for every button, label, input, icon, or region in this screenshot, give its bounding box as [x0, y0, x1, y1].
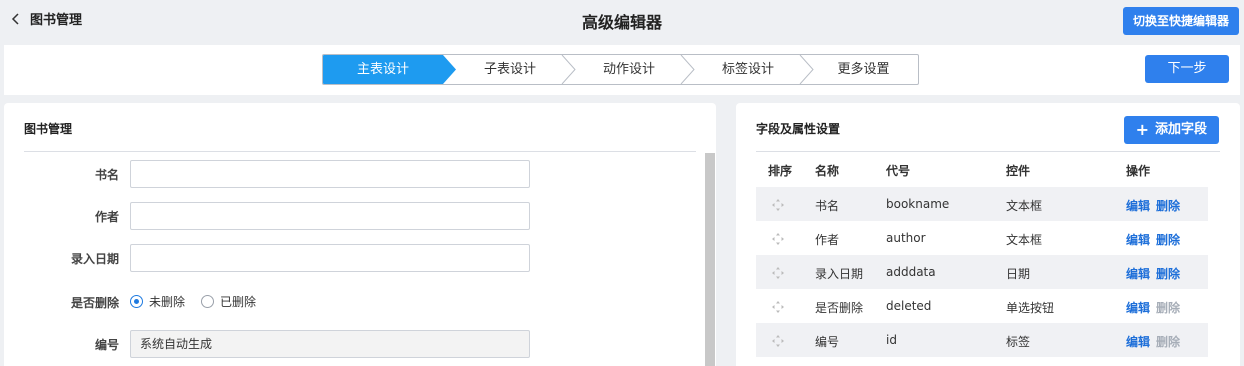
- form-preview-panel: 图书管理 书名 作者 录入日期 是否删除 未删除 已删除 编号 系统自动生成: [4, 103, 716, 366]
- fields-panel: 字段及属性设置 + 添加字段 排序 名称 代号 控件 操作 书名 booknam…: [736, 103, 1240, 366]
- divider: [756, 151, 1220, 152]
- next-step-button[interactable]: 下一步: [1145, 55, 1229, 83]
- step-more-settings[interactable]: 更多设置: [807, 55, 918, 84]
- table-row: 是否删除 deleted 单选按钮 编辑 删除: [756, 289, 1208, 323]
- row-code: bookname: [886, 197, 950, 211]
- column-header-actions: 操作: [1126, 164, 1151, 178]
- form-row-deleted: 是否删除 未删除 已删除: [24, 288, 584, 316]
- row-code: id: [886, 333, 897, 347]
- column-header-code: 代号: [886, 164, 911, 178]
- plus-icon: +: [1135, 120, 1149, 139]
- drag-handle-icon[interactable]: [772, 267, 784, 279]
- edit-link[interactable]: 编辑: [1126, 333, 1150, 350]
- adddate-input[interactable]: [130, 244, 530, 272]
- row-name: 录入日期: [815, 267, 864, 281]
- row-name: 书名: [815, 199, 840, 213]
- form-row-id: 编号 系统自动生成: [24, 330, 584, 358]
- row-name: 是否删除: [815, 301, 864, 315]
- radio-option-deleted[interactable]: 已删除: [201, 293, 256, 310]
- row-code: deleted: [886, 299, 932, 313]
- radio-checked-icon[interactable]: [130, 295, 143, 308]
- drag-handle-icon[interactable]: [772, 199, 784, 211]
- row-control: 日期: [1006, 267, 1031, 281]
- id-input: 系统自动生成: [130, 330, 530, 358]
- form-row-author: 作者: [24, 202, 584, 230]
- edit-link[interactable]: 编辑: [1126, 231, 1150, 248]
- row-control: 标签: [1006, 335, 1031, 349]
- page-title: 高级编辑器: [581, 13, 662, 32]
- form-title: 图书管理: [24, 122, 73, 136]
- bookname-input[interactable]: [130, 160, 530, 188]
- step-sub-design[interactable]: 子表设计: [450, 55, 570, 84]
- drag-handle-icon[interactable]: [772, 301, 784, 313]
- row-name: 作者: [815, 233, 840, 247]
- column-header-control: 控件: [1006, 164, 1031, 178]
- field-label: 是否删除: [70, 296, 119, 310]
- form-row-bookname: 书名: [24, 160, 584, 188]
- radio-label: 未删除: [149, 295, 186, 309]
- field-label: 编号: [94, 338, 119, 352]
- drag-handle-icon[interactable]: [772, 335, 784, 347]
- step-action-design[interactable]: 动作设计: [569, 55, 689, 84]
- row-code: adddata: [886, 265, 936, 279]
- delete-link-disabled: 删除: [1156, 335, 1181, 349]
- form-row-adddate: 录入日期: [24, 244, 584, 272]
- delete-link[interactable]: 删除: [1156, 197, 1180, 214]
- add-field-button[interactable]: + 添加字段: [1123, 116, 1219, 144]
- delete-link[interactable]: 删除: [1156, 265, 1180, 282]
- add-field-label: 添加字段: [1154, 122, 1207, 137]
- row-control: 文本框: [1006, 199, 1043, 213]
- deleted-radio-group: 未删除 已删除: [130, 293, 266, 310]
- row-name: 编号: [815, 335, 840, 349]
- table-row: 编号 id 标签 编辑 删除: [756, 323, 1208, 357]
- delete-link-disabled: 删除: [1156, 301, 1181, 315]
- table-row: 录入日期 adddata 日期 编辑 删除: [756, 255, 1208, 289]
- top-bar: 图书管理 高级编辑器 切换至快捷编辑器: [0, 0, 1244, 40]
- switch-editor-button[interactable]: 切换至快捷编辑器: [1122, 7, 1239, 35]
- scrollbar[interactable]: [705, 153, 715, 366]
- step-bar: 主表设计 子表设计 动作设计 标签设计 更多设置 下一步: [4, 45, 1240, 95]
- column-header-order: 排序: [768, 164, 793, 178]
- edit-link[interactable]: 编辑: [1126, 197, 1150, 214]
- drag-handle-icon[interactable]: [772, 233, 784, 245]
- step-tag-design[interactable]: 标签设计: [688, 55, 808, 84]
- row-control: 文本框: [1006, 233, 1043, 247]
- radio-unchecked-icon[interactable]: [201, 295, 215, 308]
- delete-link[interactable]: 删除: [1156, 231, 1180, 248]
- field-label: 作者: [94, 210, 119, 224]
- row-control: 单选按钮: [1006, 301, 1055, 315]
- column-header-name: 名称: [815, 164, 840, 178]
- edit-link[interactable]: 编辑: [1126, 299, 1150, 316]
- divider: [24, 151, 696, 152]
- field-label: 书名: [94, 168, 119, 182]
- table-row: 作者 author 文本框 编辑 删除: [756, 221, 1208, 255]
- table-row: 书名 bookname 文本框 编辑 删除: [756, 187, 1208, 221]
- fields-panel-title: 字段及属性设置: [756, 122, 841, 136]
- radio-label: 已删除: [220, 295, 257, 309]
- author-input[interactable]: [130, 202, 530, 230]
- step-main-design[interactable]: 主表设计: [323, 55, 443, 84]
- radio-option-not-deleted[interactable]: 未删除: [130, 293, 185, 310]
- row-code: author: [886, 231, 926, 245]
- steps-wizard: 主表设计 子表设计 动作设计 标签设计 更多设置: [322, 54, 919, 85]
- edit-link[interactable]: 编辑: [1126, 265, 1150, 282]
- field-label: 录入日期: [70, 252, 119, 266]
